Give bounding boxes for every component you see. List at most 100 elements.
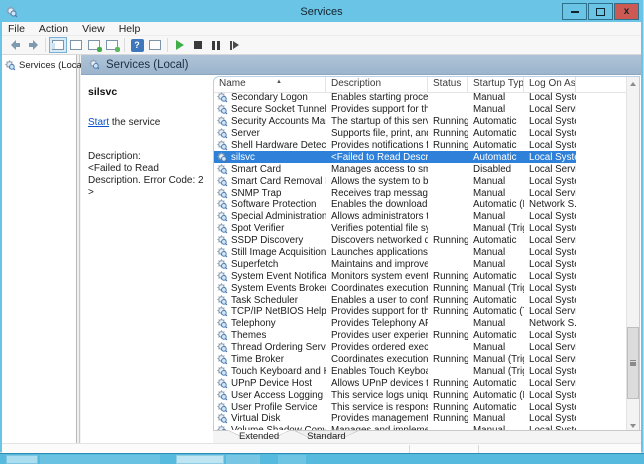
service-row-security-accounts-manager[interactable]: Security Accounts Manager The startup of … [214,116,626,128]
column-header-status[interactable]: Status [428,77,468,92]
service-row-still-image-acquisition-events[interactable]: Still Image Acquisition Events Launches a… [214,247,626,259]
service-icon [217,365,228,377]
close-button[interactable]: x [614,3,639,20]
service-row-software-protection[interactable]: Software Protection Enables the download,… [214,199,626,211]
tree-item-services-local[interactable]: Services (Local) [2,58,87,72]
service-icon [217,413,228,425]
service-row-upnp-device-host[interactable]: UPnP Device Host Allows UPnP devices to b… [214,377,626,389]
service-row-tcp-ip-netbios-helper[interactable]: TCP/IP NetBIOS Helper Provides support fo… [214,306,626,318]
service-description: Discovers networked devic... [331,235,428,247]
tab-standard[interactable]: Standard [295,431,358,442]
service-name: Shell Hardware Detection [231,140,326,151]
start-service-button[interactable] [171,37,189,53]
service-row-smart-card-removal-policy[interactable]: Smart Card Removal Policy Allows the syst… [214,175,626,187]
service-logon-as: Local Syste... [529,282,576,294]
service-icon [217,258,228,270]
show-action-pane-button[interactable] [146,37,164,53]
scrollbar-thumb[interactable] [627,327,639,399]
service-icon [217,211,228,222]
taskbar[interactable] [0,453,644,464]
show-console-tree-button[interactable] [49,37,67,53]
tab-label: Extended [239,431,280,442]
service-description: Enables starting processes ... [331,92,428,104]
taskbar-window-button[interactable] [226,455,260,464]
service-row-system-event-notification-s[interactable]: System Event Notification S... Monitors s… [214,270,626,282]
forward-button[interactable] [24,37,42,53]
service-row-thread-ordering-server[interactable]: Thread Ordering Server Provides ordered e… [214,342,626,354]
back-button[interactable] [6,37,24,53]
service-startup-type: Manual [473,318,506,330]
service-icon [217,128,228,139]
service-row-themes[interactable]: Themes Provides user experience th... Runn… [214,330,626,342]
pause-service-button[interactable] [207,37,225,53]
service-name: Smart Card Removal Policy [231,175,326,187]
service-logon-as: Local Syste... [529,294,576,306]
column-header-filler [576,77,626,92]
column-header-name[interactable]: Name ▲ [214,77,326,92]
service-name: Still Image Acquisition Events [231,247,326,259]
service-row-task-scheduler[interactable]: Task Scheduler Enables a user to configur… [214,294,626,306]
service-row-silsvc[interactable]: silsvc <Failed to Read Descriptio... Autom… [214,151,626,164]
service-startup-type: Automatic [473,330,517,342]
menu-action[interactable]: Action [39,23,68,35]
service-row-user-profile-service[interactable]: User Profile Service This service is resp… [214,401,626,413]
tab-extended[interactable]: Extended [227,430,292,442]
service-row-touch-keyboard-and-hand[interactable]: Touch Keyboard and Hand... Enables Touch … [214,365,626,377]
service-row-ssdp-discovery[interactable]: SSDP Discovery Discovers networked devic.… [214,235,626,247]
service-row-system-events-broker[interactable]: System Events Broker Coordinates executio… [214,282,626,294]
service-name: Touch Keyboard and Hand... [231,365,326,377]
service-icon [217,389,228,401]
service-name: Thread Ordering Server [231,342,326,354]
stop-service-button[interactable] [189,37,207,53]
service-row-secure-socket-tunneling-pr[interactable]: Secure Socket Tunneling Pr... Provides su… [214,104,626,116]
column-header-log-on-as[interactable]: Log On As [524,77,576,92]
taskbar-pinned-icons[interactable] [40,455,160,464]
restart-service-button[interactable] [225,37,243,53]
service-description: Enables Touch Keyboard a... [331,365,428,377]
stop-service-icon [194,41,202,49]
restore-button[interactable] [588,3,613,20]
refresh-button[interactable] [85,37,103,53]
service-row-snmp-trap[interactable]: SNMP Trap Receives trap messages ge... Man… [214,187,626,199]
restart-service-icon [229,40,239,50]
export-list-button[interactable] [103,37,121,53]
scroll-up-button[interactable] [627,77,639,90]
taskbar-window-button[interactable] [278,455,306,464]
service-row-superfetch[interactable]: Superfetch Maintains and improves sy... Ma… [214,258,626,270]
properties-button[interactable] [67,37,85,53]
help-button[interactable]: ? [128,37,146,53]
service-row-user-access-logging-service[interactable]: User Access Logging Service This service … [214,389,626,401]
toolbar-separator [45,38,46,52]
service-row-secondary-logon[interactable]: Secondary Logon Enables starting processe… [214,92,626,104]
taskbar-window-button[interactable] [176,455,224,464]
service-description: The startup of this service s... [331,116,428,128]
menu-view[interactable]: View [82,23,105,35]
start-service-link[interactable]: Start [88,117,109,128]
service-row-telephony[interactable]: Telephony Provides Telephony API (T... Man… [214,318,626,330]
service-startup-type: Automatic (D... [473,199,524,211]
vertical-scrollbar[interactable] [626,77,639,432]
service-row-spot-verifier[interactable]: Spot Verifier Verifies potential file sys… [214,223,626,235]
service-row-smart-card[interactable]: Smart Card Manages access to smart c... Di… [214,163,626,175]
service-startup-type: Manual [473,342,506,354]
menu-file[interactable]: File [8,23,25,35]
service-row-shell-hardware-detection[interactable]: Shell Hardware Detection Provides notific… [214,140,626,152]
service-status: Running [433,389,468,401]
service-status: Running [433,270,468,282]
start-service-icon [176,40,184,50]
service-row-server[interactable]: Server Supports file, print, and na... Run… [214,128,626,140]
service-icon [217,401,228,413]
service-status: Running [433,128,468,140]
service-startup-type: Automatic [473,116,517,128]
column-header-startup-type[interactable]: Startup Type [468,77,524,92]
taskbar-start-button[interactable] [6,455,38,464]
service-startup-type: Automatic (T... [473,306,524,318]
extended-detail-pane: silsvc Start the service Description: <F… [88,86,210,199]
service-name: Software Protection [231,199,317,211]
service-row-virtual-disk[interactable]: Virtual Disk Provides management serv... R… [214,413,626,425]
minimize-button[interactable] [562,3,587,20]
column-header-description[interactable]: Description [326,77,428,92]
service-row-time-broker[interactable]: Time Broker Coordinates execution of b...… [214,354,626,366]
menu-help[interactable]: Help [119,23,141,35]
service-row-special-administration-con[interactable]: Special Administration Con... Allows admi… [214,211,626,223]
